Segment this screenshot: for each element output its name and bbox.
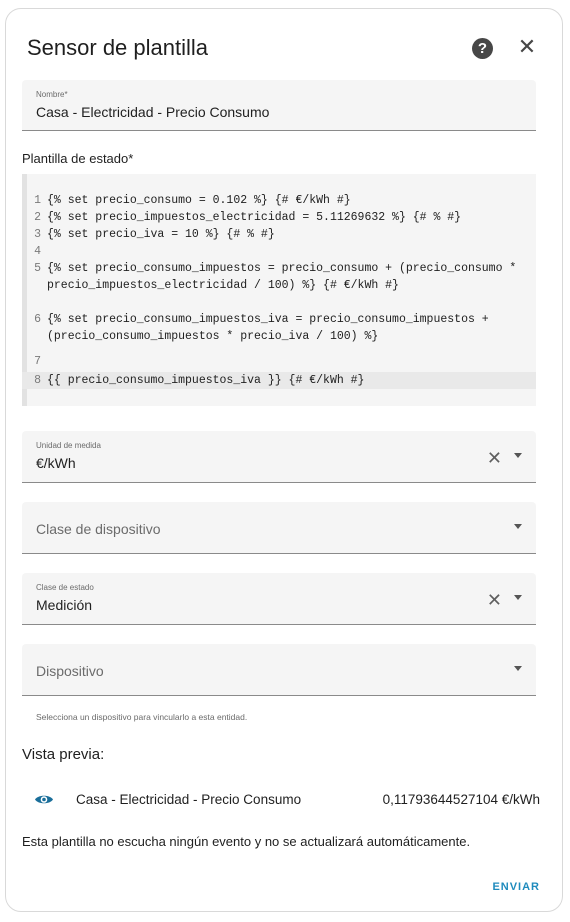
template-label: Plantilla de estado* bbox=[22, 151, 134, 166]
code-line: 7 bbox=[22, 353, 536, 370]
line-text: {% set precio_iva = 10 %} {# % #} bbox=[47, 228, 275, 241]
line-text: {% set precio_impuestos_electricidad = 5… bbox=[47, 211, 462, 224]
line-number: 6 bbox=[34, 313, 41, 326]
name-field[interactable]: Nombre* Casa - Electricidad - Precio Con… bbox=[22, 80, 536, 131]
code-line: 1 {% set precio_consumo = 0.102 %} {# €/… bbox=[22, 192, 536, 209]
code-line: 2 {% set precio_impuestos_electricidad =… bbox=[22, 209, 536, 226]
code-line: 4 bbox=[22, 243, 536, 260]
device-class-field[interactable]: Clase de dispositivo bbox=[22, 502, 536, 554]
unit-of-measurement-field[interactable]: Unidad de medida €/kWh ✕ bbox=[22, 431, 536, 483]
chevron-down-icon[interactable] bbox=[514, 524, 522, 529]
line-number: 5 bbox=[34, 262, 41, 275]
line-number: 3 bbox=[34, 228, 41, 241]
preview-note: Esta plantilla no escucha ningún evento … bbox=[22, 834, 471, 849]
line-number: 7 bbox=[34, 355, 41, 368]
device-class-placeholder: Clase de dispositivo bbox=[36, 521, 161, 537]
chevron-down-icon[interactable] bbox=[514, 666, 522, 671]
code-line: 6 {% set precio_consumo_impuestos_iva = … bbox=[22, 311, 536, 345]
state-class-value[interactable]: Medición bbox=[36, 597, 92, 613]
device-hint: Selecciona un dispositivo para vincularl… bbox=[36, 712, 248, 722]
line-number: 2 bbox=[34, 211, 41, 224]
code-line-active: 8 {{ precio_consumo_impuestos_iva }} {# … bbox=[22, 372, 536, 389]
state-class-label: Clase de estado bbox=[36, 583, 94, 592]
line-number: 4 bbox=[34, 245, 41, 258]
close-icon[interactable]: ✕ bbox=[516, 36, 538, 58]
line-text: {% set precio_consumo = 0.102 %} {# €/kW… bbox=[47, 194, 351, 207]
state-class-field[interactable]: Clase de estado Medición ✕ bbox=[22, 573, 536, 625]
submit-button[interactable]: ENVIAR bbox=[492, 881, 540, 893]
chevron-down-icon[interactable] bbox=[514, 453, 522, 458]
name-field-label: Nombre* bbox=[36, 90, 68, 99]
line-number: 8 bbox=[34, 374, 41, 387]
line-text: {% set precio_consumo_impuestos_iva = pr… bbox=[47, 313, 489, 343]
code-line: 5 {% set precio_consumo_impuestos = prec… bbox=[22, 260, 536, 311]
device-field[interactable]: Dispositivo bbox=[22, 644, 536, 696]
device-placeholder: Dispositivo bbox=[36, 663, 104, 679]
help-icon[interactable]: ? bbox=[472, 38, 493, 59]
template-editor[interactable]: 1 {% set precio_consumo = 0.102 %} {# €/… bbox=[22, 174, 536, 406]
clear-icon[interactable]: ✕ bbox=[487, 591, 502, 609]
unit-field-label: Unidad de medida bbox=[36, 441, 101, 450]
dialog-title: Sensor de plantilla bbox=[27, 35, 209, 60]
unit-field-value[interactable]: €/kWh bbox=[36, 455, 76, 471]
line-number: 1 bbox=[34, 194, 41, 207]
clear-icon[interactable]: ✕ bbox=[487, 449, 502, 467]
name-field-value[interactable]: Casa - Electricidad - Precio Consumo bbox=[36, 104, 269, 120]
preview-state-value: 0,11793644527104 €/kWh bbox=[382, 792, 540, 807]
eye-icon[interactable] bbox=[34, 793, 54, 806]
line-text: {{ precio_consumo_impuestos_iva }} {# €/… bbox=[47, 374, 365, 387]
code-line: 3 {% set precio_iva = 10 %} {# % #} bbox=[22, 226, 536, 243]
preview-title: Vista previa: bbox=[22, 746, 105, 763]
chevron-down-icon[interactable] bbox=[514, 595, 522, 600]
preview-entity-name[interactable]: Casa - Electricidad - Precio Consumo bbox=[76, 792, 301, 807]
line-text: {% set precio_consumo_impuestos = precio… bbox=[47, 262, 517, 292]
